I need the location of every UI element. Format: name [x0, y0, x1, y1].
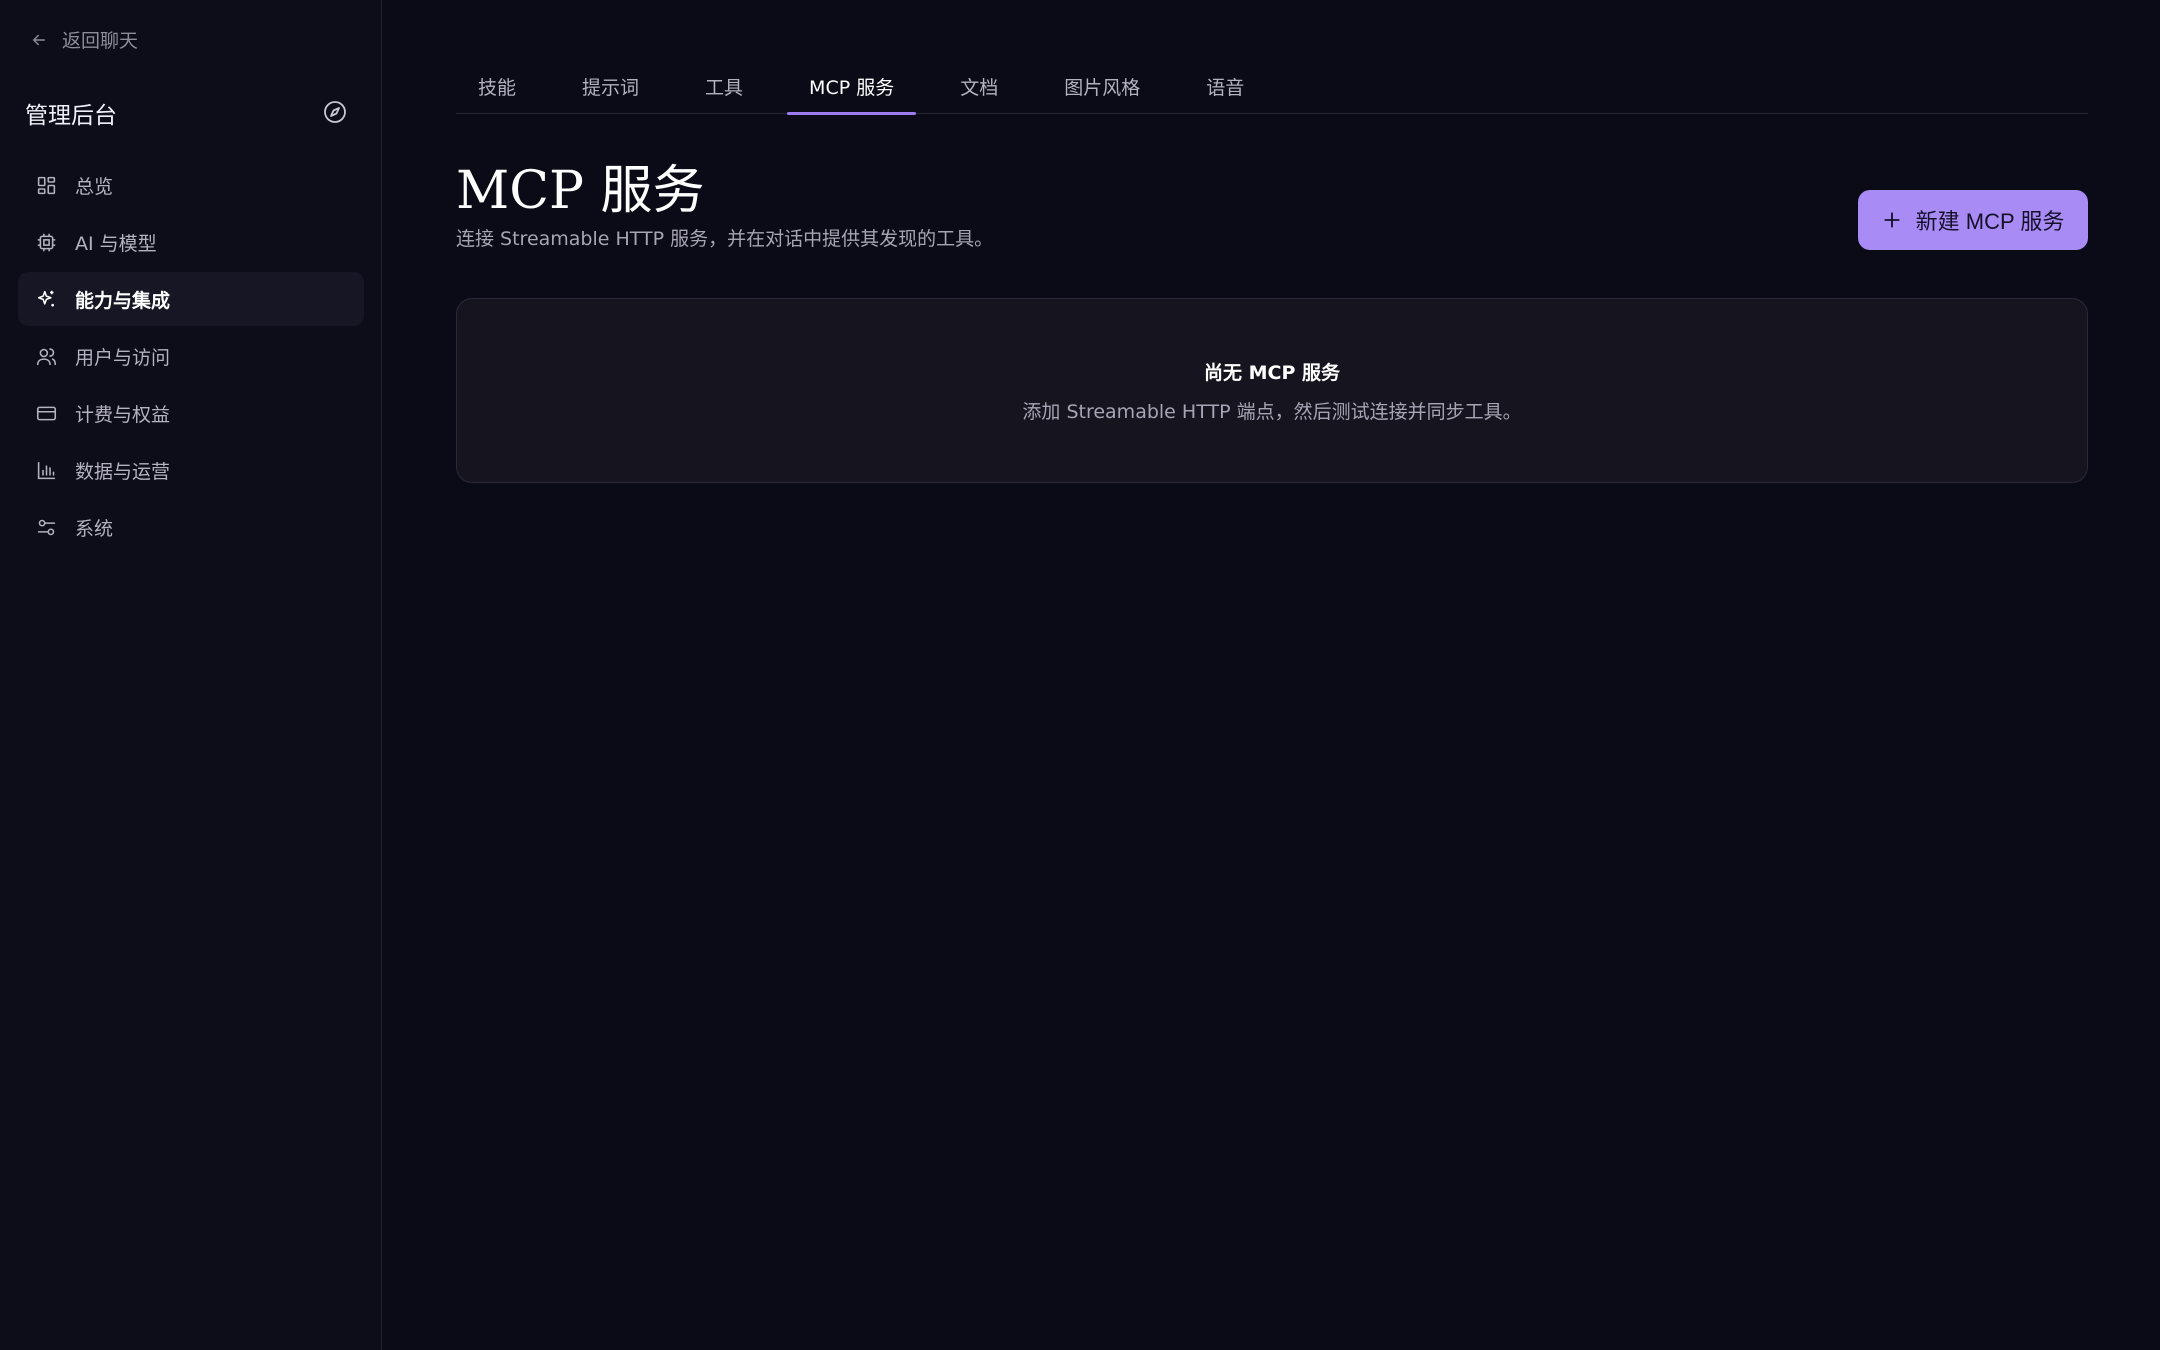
sidebar-item-label: 计费与权益: [75, 403, 171, 426]
empty-state-description: 添加 Streamable HTTP 端点，然后测试连接并同步工具。: [1022, 400, 1522, 423]
page-title: MCP 服务: [456, 161, 705, 221]
admin-title: 管理后台: [25, 103, 117, 129]
page-subtitle: 连接 Streamable HTTP 服务，并在对话中提供其发现的工具。: [456, 228, 994, 250]
sidebar-item-ai-models[interactable]: AI 与模型: [18, 215, 364, 269]
back-to-chat-link[interactable]: 返回聊天: [30, 26, 138, 53]
sidebar-item-billing[interactable]: 计费与权益: [18, 386, 364, 440]
tab-bar: 技能 提示词 工具 MCP 服务 文档 图片风格 语音: [456, 64, 2088, 115]
bar-chart-icon: [37, 461, 56, 479]
sparkle-icon: [37, 290, 54, 306]
sliders-icon: [37, 519, 56, 535]
compass-button[interactable]: [322, 99, 348, 125]
new-mcp-service-label: 新建 MCP 服务: [1915, 209, 2065, 234]
empty-state-title: 尚无 MCP 服务: [1203, 361, 1340, 384]
empty-state-card: 尚无 MCP 服务 添加 Streamable HTTP 端点，然后测试连接并同…: [456, 298, 2088, 483]
admin-nav: 总览 AI 与模型 能力与集成 用户与访问 计费与权益 数据与运营 系统: [18, 158, 364, 557]
credit-card-icon: [36, 406, 57, 420]
sidebar-item-label: AI 与模型: [75, 232, 157, 255]
sidebar-item-users-access[interactable]: 用户与访问: [18, 329, 364, 383]
sidebar-item-label: 系统: [75, 517, 114, 540]
tab-mcp-services[interactable]: MCP 服务: [787, 64, 917, 115]
sidebar-item-data-ops[interactable]: 数据与运营: [18, 443, 364, 497]
sidebar-item-system[interactable]: 系统: [18, 500, 364, 554]
sidebar-item-overview[interactable]: 总览: [18, 158, 364, 212]
tab-skills[interactable]: 技能: [456, 64, 538, 114]
sidebar-item-label: 数据与运营: [75, 460, 171, 483]
tab-image-styles[interactable]: 图片风格: [1042, 64, 1162, 114]
sidebar-item-label: 总览: [75, 175, 114, 198]
cpu-chip-icon: [37, 233, 56, 251]
sidebar-item-capabilities[interactable]: 能力与集成: [18, 272, 364, 326]
sidebar-item-label: 能力与集成: [75, 289, 171, 312]
compass-icon: [324, 101, 346, 123]
tab-prompts[interactable]: 提示词: [560, 64, 661, 114]
arrow-left-icon: [33, 34, 45, 45]
tab-tools[interactable]: 工具: [683, 64, 765, 114]
dashboard-grid-icon: [37, 176, 56, 194]
back-to-chat-label: 返回聊天: [62, 30, 139, 52]
plus-icon: [1884, 212, 1900, 228]
tab-voice[interactable]: 语音: [1184, 64, 1266, 114]
tab-documents[interactable]: 文档: [938, 64, 1020, 114]
main-content: 技能 提示词 工具 MCP 服务 文档 图片风格 语音 MCP 服务 连接 St…: [382, 0, 2160, 1350]
new-mcp-service-button[interactable]: 新建 MCP 服务: [1858, 190, 2088, 250]
sidebar-item-label: 用户与访问: [75, 346, 171, 369]
users-icon: [36, 347, 57, 365]
sidebar: 返回聊天 管理后台 总览 AI 与模型 能力与集成 用户与访问 计费与权益 数据…: [0, 0, 382, 1350]
